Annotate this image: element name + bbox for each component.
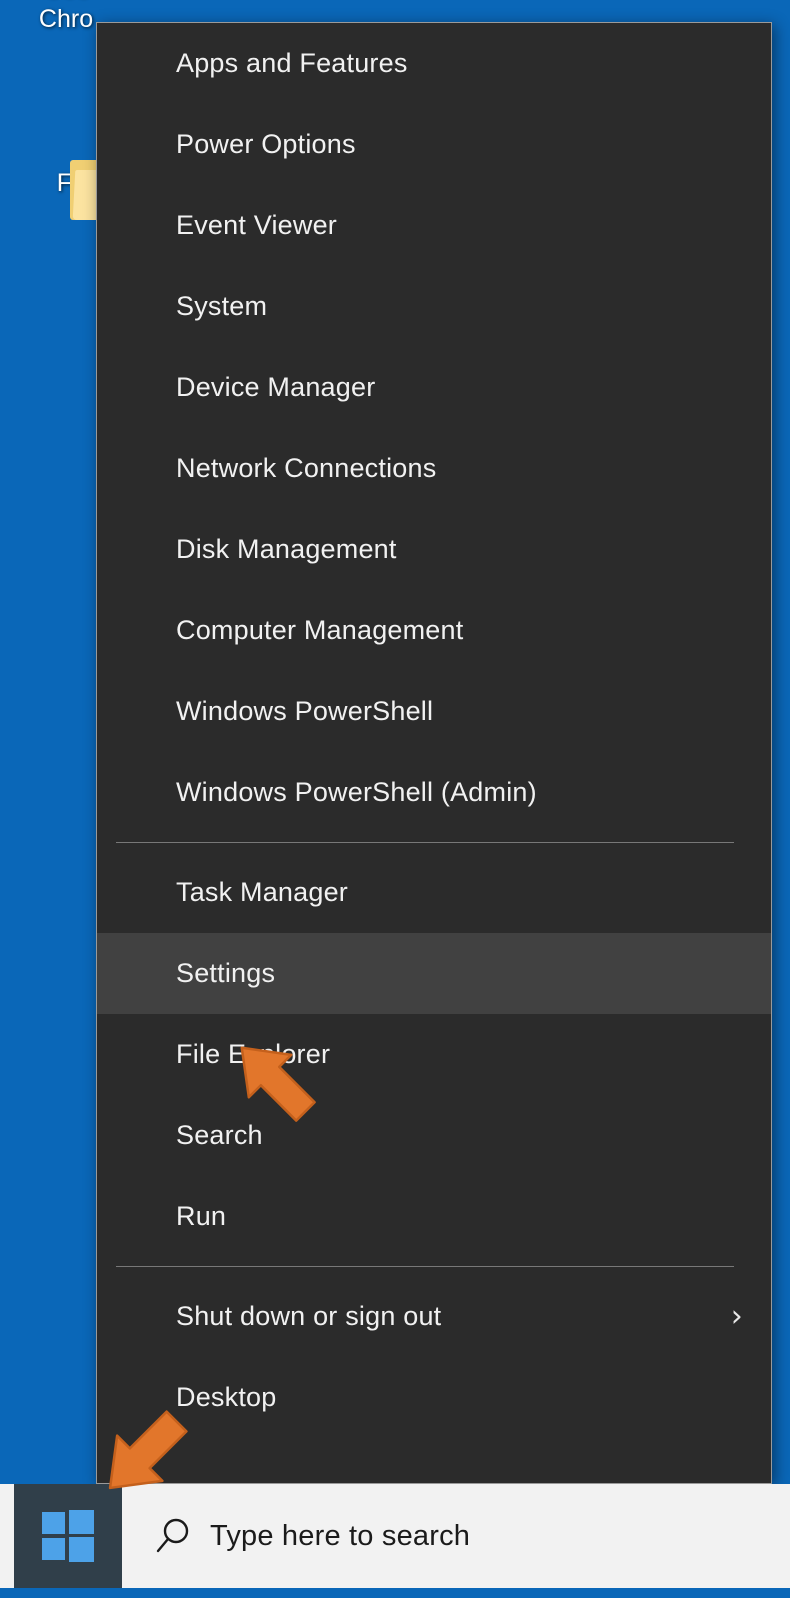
menu-item-label: Computer Management	[176, 615, 464, 645]
menu-item-label: Event Viewer	[176, 210, 337, 240]
menu-item-apps-and-features[interactable]: Apps and Features	[97, 23, 771, 104]
start-button[interactable]	[14, 1484, 122, 1588]
taskbar-bottom-strip	[0, 1588, 790, 1598]
menu-item-label: Network Connections	[176, 453, 437, 483]
menu-item-label: Settings	[176, 958, 276, 988]
chevron-right-icon: ›	[730, 1298, 743, 1334]
menu-item-computer-management[interactable]: Computer Management	[97, 590, 771, 671]
menu-item-label: System	[176, 291, 268, 321]
menu-item-label: Disk Management	[176, 534, 397, 564]
search-placeholder-text: Type here to search	[210, 1519, 471, 1552]
menu-item-system[interactable]: System	[97, 266, 771, 347]
menu-item-windows-powershell-admin[interactable]: Windows PowerShell (Admin)	[97, 752, 771, 833]
taskbar-search-box[interactable]: Type here to search	[122, 1484, 790, 1588]
windows-logo-icon	[42, 1510, 94, 1562]
menu-item-run[interactable]: Run	[97, 1176, 771, 1257]
menu-item-label: Apps and Features	[176, 48, 408, 78]
menu-item-label: Task Manager	[176, 877, 348, 907]
menu-item-label: File Explorer	[176, 1039, 331, 1069]
menu-item-power-options[interactable]: Power Options	[97, 104, 771, 185]
menu-item-desktop[interactable]: Desktop	[97, 1357, 771, 1438]
menu-item-search[interactable]: Search	[97, 1095, 771, 1176]
menu-item-event-viewer[interactable]: Event Viewer	[97, 185, 771, 266]
menu-separator	[116, 842, 734, 843]
menu-item-disk-management[interactable]: Disk Management	[97, 509, 771, 590]
desktop-icon-label-line1: Goo	[42, 0, 89, 3]
menu-item-settings[interactable]: Settings	[97, 933, 771, 1014]
menu-item-label: Windows PowerShell (Admin)	[176, 777, 537, 807]
menu-item-label: Search	[176, 1120, 263, 1150]
search-icon	[154, 1516, 200, 1556]
menu-item-task-manager[interactable]: Task Manager	[97, 852, 771, 933]
menu-separator	[116, 1266, 734, 1267]
menu-item-label: Device Manager	[176, 372, 376, 402]
desktop-icon-label-line2: Chro	[38, 5, 94, 33]
menu-item-file-explorer[interactable]: File Explorer	[97, 1014, 771, 1095]
menu-item-label: Run	[176, 1201, 227, 1231]
menu-item-shut-down-or-sign-out[interactable]: Shut down or sign out ›	[97, 1276, 771, 1357]
taskbar: Type here to search	[0, 1484, 790, 1588]
menu-item-network-connections[interactable]: Network Connections	[97, 428, 771, 509]
menu-item-windows-powershell[interactable]: Windows PowerShell	[97, 671, 771, 752]
menu-item-label: Shut down or sign out	[176, 1301, 442, 1331]
menu-item-label: Windows PowerShell	[176, 696, 434, 726]
win-x-power-user-menu[interactable]: Apps and Features Power Options Event Vi…	[96, 22, 772, 1484]
windows-desktop-screen: Goo Chro Fil Apps and Features Power Opt…	[0, 0, 790, 1598]
menu-item-label: Power Options	[176, 129, 356, 159]
menu-item-device-manager[interactable]: Device Manager	[97, 347, 771, 428]
menu-item-label: Desktop	[176, 1382, 277, 1412]
